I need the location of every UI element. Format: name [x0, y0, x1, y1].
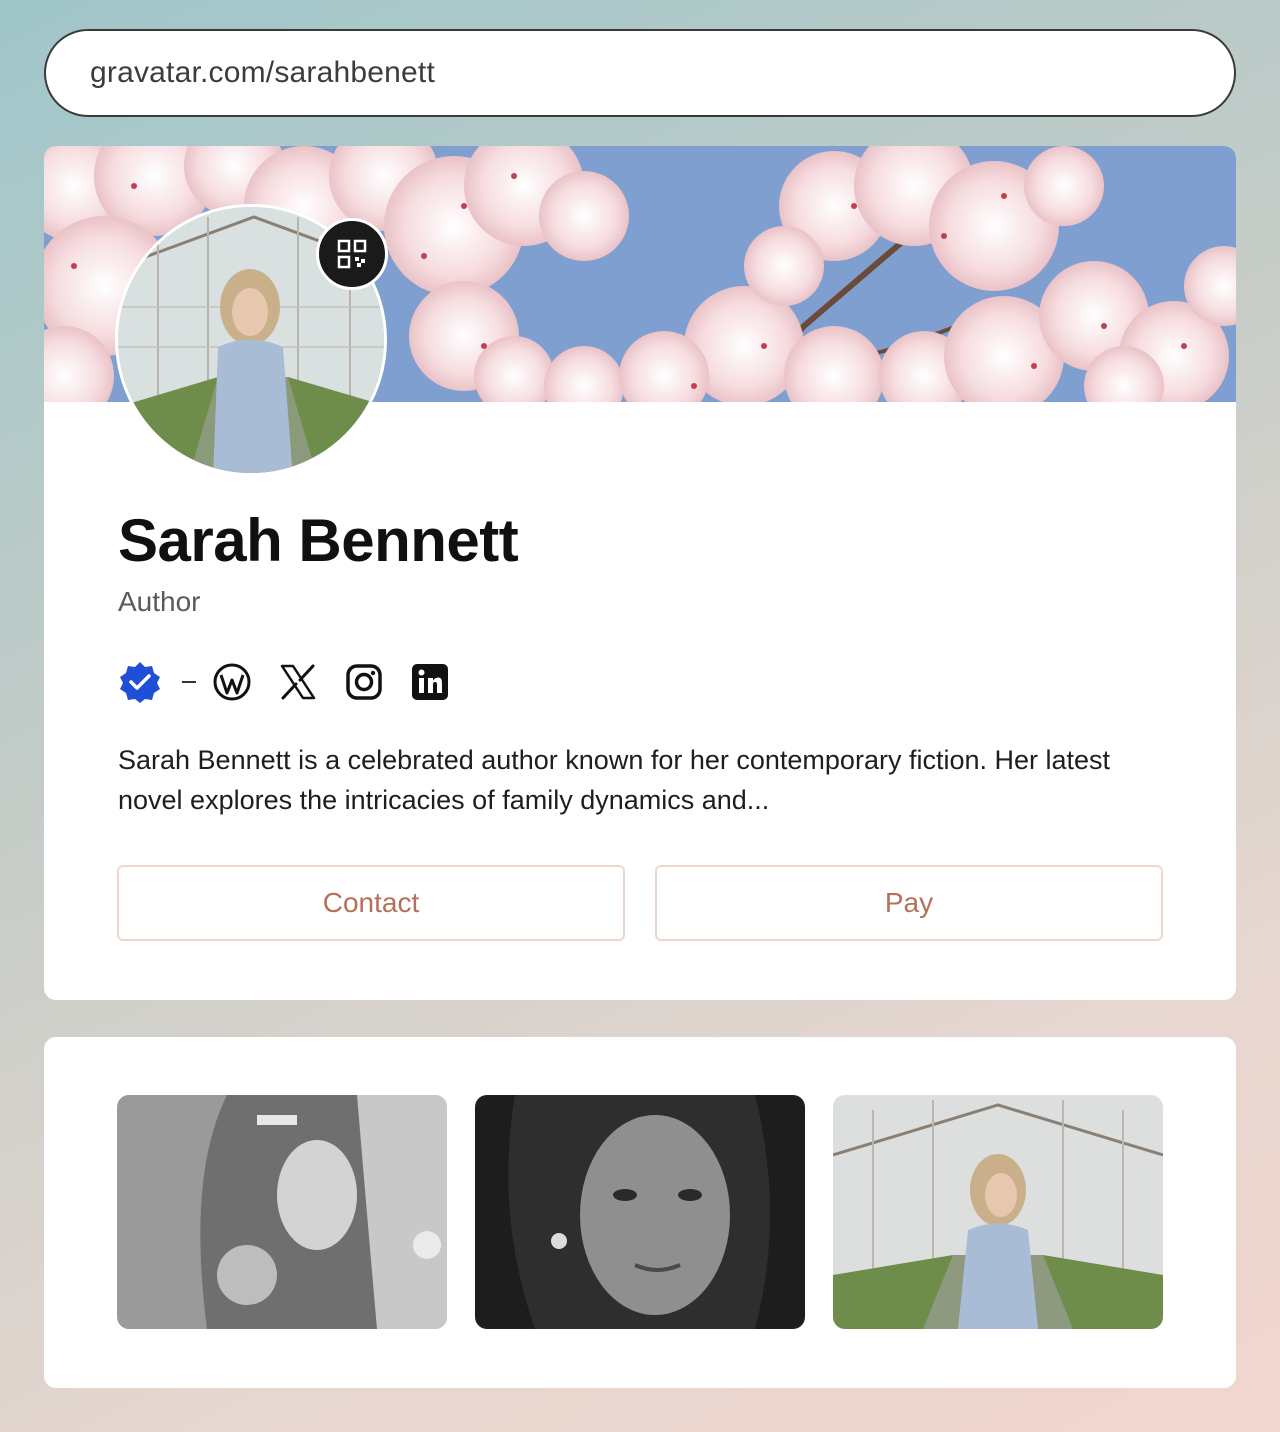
pay-button-label: Pay: [884, 887, 934, 918]
qr-code-button[interactable]: [316, 218, 388, 290]
x-icon[interactable]: [276, 660, 320, 704]
job-title: Author: [118, 586, 201, 617]
wordpress-icon[interactable]: [210, 660, 254, 704]
gallery-photo[interactable]: [833, 1095, 1163, 1329]
profile-bio: Sarah Bennett is a celebrated author kno…: [118, 745, 1111, 815]
profile-url-text: gravatar.com/sarahbenett: [90, 56, 435, 89]
qr-code-icon: [337, 239, 367, 269]
social-links: [118, 660, 452, 704]
contact-button[interactable]: Contact: [117, 865, 625, 941]
verified-badge-icon[interactable]: [118, 660, 162, 704]
gallery-photo[interactable]: [475, 1095, 805, 1329]
profile-card: Sarah Bennett Author Sarah Bennett is a …: [44, 146, 1236, 1000]
photo-gallery: [44, 1037, 1236, 1388]
profile-url-bar[interactable]: gravatar.com/sarahbenett: [44, 29, 1236, 117]
profile-name: Sarah Bennett: [118, 507, 519, 574]
contact-button-label: Contact: [322, 887, 420, 918]
instagram-icon[interactable]: [342, 660, 386, 704]
gallery-photo[interactable]: [117, 1095, 447, 1329]
separator-dash: [182, 681, 196, 683]
pay-button[interactable]: Pay: [655, 865, 1163, 941]
linkedin-icon[interactable]: [408, 660, 452, 704]
